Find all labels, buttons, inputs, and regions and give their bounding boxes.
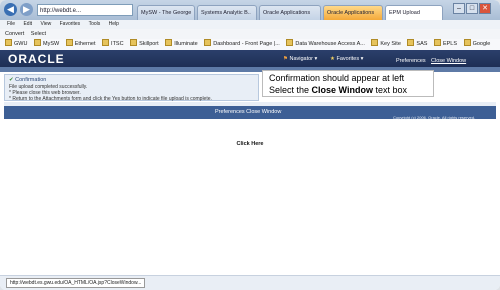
favorite-icon	[286, 39, 294, 46]
click-here-text[interactable]: Click Here	[0, 141, 500, 147]
favorite-icon	[433, 39, 441, 46]
tab-oracle-applications-1[interactable]: Oracle Applications	[259, 5, 321, 20]
instruction-callout: Confirmation should appear at left Selec…	[262, 70, 434, 97]
favorite-sas[interactable]: SAS	[407, 39, 427, 47]
menu-help[interactable]: Help	[109, 21, 119, 27]
confirmation-box: ✔ Confirmation File upload completed suc…	[4, 74, 259, 102]
menu-tools[interactable]: Tools	[89, 21, 101, 27]
check-icon: ✔	[9, 77, 14, 83]
menu-favorites[interactable]: Favorites	[60, 21, 81, 27]
browser-window: ◀ ▶ http://webdt.e... MySW - The George …	[0, 0, 500, 290]
favorite-icon	[130, 39, 138, 46]
footer-links[interactable]: Preferences Close Window	[215, 109, 281, 115]
favorite-illuminate[interactable]: Illuminate	[165, 39, 198, 47]
confirmation-title: ✔ Confirmation	[9, 77, 47, 83]
preferences-link[interactable]: Preferences	[396, 58, 426, 64]
favorite-icon	[165, 39, 173, 46]
favorite-icon	[5, 39, 12, 46]
favorite-icon	[102, 39, 110, 46]
back-button[interactable]: ◀	[4, 3, 17, 16]
menu-edit[interactable]: Edit	[23, 21, 32, 27]
menu-bar: File Edit View Favorites Tools Help	[0, 20, 500, 29]
tab-oracle-applications-2[interactable]: Oracle Applications	[323, 5, 383, 20]
minimize-icon[interactable]: –	[453, 3, 465, 14]
favorites-menu[interactable]: ★ Favorites ▾	[330, 56, 363, 62]
navigator-icon: ⚑	[283, 56, 288, 62]
favorite-epls[interactable]: EPLS	[433, 39, 457, 47]
favorite-icon	[463, 39, 471, 46]
status-url: http://webdt.es.gwu.edu/OA_HTML/OA.jsp?C…	[6, 278, 146, 288]
pdf-toolbar: Convert Select	[0, 29, 500, 39]
favorite-gwu[interactable]: GWU	[5, 39, 27, 47]
browser-tab-bar: ◀ ▶ http://webdt.e... MySW - The George …	[0, 0, 500, 20]
tab-mysw[interactable]: MySW - The George	[137, 5, 195, 20]
tab-systems-analytic[interactable]: Systems Analytic B..	[197, 5, 257, 20]
select-button[interactable]: Select	[31, 31, 46, 37]
favorite-skillport[interactable]: Skillport	[130, 39, 159, 47]
close-window-link[interactable]: Close Window	[431, 58, 466, 64]
navigator-menu[interactable]: ⚑ Navigator ▾	[283, 56, 317, 62]
callout-line-1: Confirmation should appear at left	[269, 73, 405, 83]
favorite-icon	[65, 39, 73, 46]
favorite-itsc[interactable]: ITSC	[102, 39, 124, 47]
favorite-dashboard[interactable]: Dashboard - Front Page |...	[204, 39, 280, 47]
menu-view[interactable]: View	[40, 21, 51, 27]
favorite-icon	[371, 39, 379, 46]
favorite-ethernet[interactable]: Ethernet	[65, 39, 96, 47]
convert-button[interactable]: Convert	[5, 31, 24, 37]
status-bar: http://webdt.es.gwu.edu/OA_HTML/OA.jsp?C…	[0, 275, 500, 290]
tab-epm-upload[interactable]: EPM Upload	[385, 5, 443, 20]
address-bar[interactable]: http://webdt.e...	[37, 4, 133, 16]
favorites-icon: ★	[330, 56, 335, 62]
favorite-icon	[33, 39, 41, 46]
copyright-text: Copyright (c) 2006, Oracle. All rights r…	[393, 115, 476, 120]
favorite-icon	[407, 39, 415, 46]
maximize-icon[interactable]: □	[466, 3, 478, 14]
close-icon[interactable]: ✕	[479, 3, 491, 14]
favorite-icon	[204, 39, 212, 46]
favorite-key-site[interactable]: Key Site	[371, 39, 401, 47]
forward-button[interactable]: ▶	[20, 3, 33, 16]
favorite-mysw[interactable]: MySW	[33, 39, 59, 47]
favorite-data-warehouse[interactable]: Data Warehouse Access A...	[286, 39, 365, 47]
callout-line-2: Select the Close Window text box	[269, 85, 408, 95]
menu-file[interactable]: File	[7, 21, 15, 27]
favorite-google[interactable]: Google	[463, 39, 490, 47]
oracle-logo: ORACLE	[8, 52, 65, 66]
